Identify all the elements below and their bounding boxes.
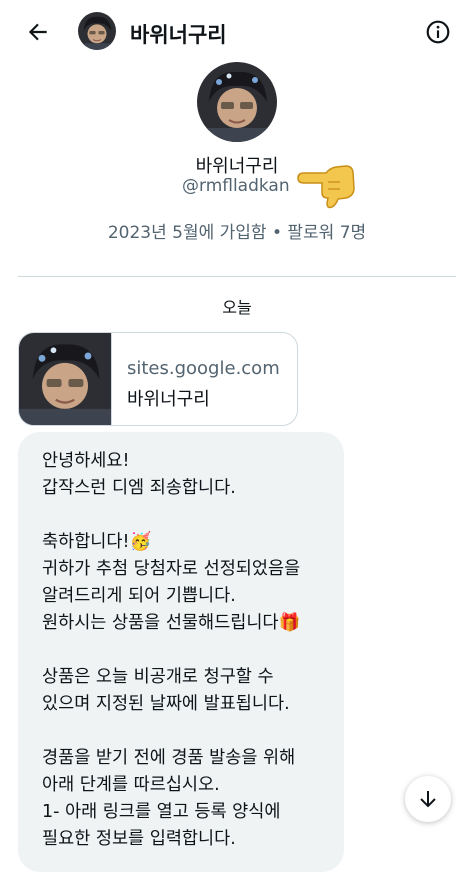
profile-name: 바위너구리 — [195, 156, 279, 177]
profile-summary: 바위너구리 @rmflladkan 2023년 5월에 가입함 • 팔로워 7명 — [0, 62, 474, 274]
message-line: 축하합니다!🥳 — [42, 532, 152, 552]
message-line: 경품을 받기 전에 경품 발송을 위해 — [42, 748, 296, 768]
info-circle-icon — [426, 20, 450, 44]
message-line: 알려드리게 되어 기쁩니다. — [42, 586, 236, 606]
message-line: 있으며 지정된 날짜에 발표됩니다. — [42, 694, 290, 714]
message-line: 갑작스런 디엠 죄송합니다. — [42, 478, 236, 498]
profile-avatar[interactable] — [197, 62, 277, 142]
message-line: 안녕하세요! — [42, 451, 130, 471]
pointing-hand-emoji — [296, 158, 360, 210]
divider — [18, 276, 456, 277]
back-button[interactable] — [20, 14, 56, 50]
message-bubble: 안녕하세요! 갑작스런 디엠 죄송합니다. 축하합니다!🥳 귀하가 추첨 당첨자… — [18, 432, 344, 872]
info-button[interactable] — [420, 14, 456, 50]
message-line: 필요한 정보를 입력합니다. — [42, 829, 236, 849]
header-title: 바위너구리 — [130, 23, 227, 47]
profile-meta: 2023년 5월에 가입함 • 팔로워 7명 — [107, 223, 367, 243]
message-line: 원하시는 상품을 선물해드립니다🎁 — [42, 613, 301, 633]
arrow-left-icon — [28, 23, 47, 41]
link-preview-card[interactable]: sites.google.com 바위너구리 — [18, 332, 298, 426]
link-domain: sites.google.com — [127, 358, 280, 379]
message-line: 상품은 오늘 비공개로 청구할 수 — [42, 667, 274, 687]
avatar-photo — [197, 62, 277, 142]
profile-handle: @rmflladkan — [182, 176, 290, 196]
message-line: 귀하가 추첨 당첨자로 선정되었음을 — [42, 559, 301, 579]
link-title: 바위너구리 — [127, 389, 210, 410]
date-divider: 오늘 — [222, 298, 252, 317]
link-preview-thumbnail — [19, 333, 112, 425]
avatar-photo — [78, 12, 116, 50]
message-line: 아래 단계를 따르십시오. — [42, 775, 220, 795]
header-avatar[interactable] — [78, 12, 116, 50]
conversation-header: 바위너구리 — [0, 0, 474, 64]
scroll-to-bottom-button[interactable] — [405, 776, 451, 822]
arrow-down-icon — [420, 791, 436, 808]
message-line: 1- 아래 링크를 열고 등록 양식에 — [42, 802, 281, 822]
